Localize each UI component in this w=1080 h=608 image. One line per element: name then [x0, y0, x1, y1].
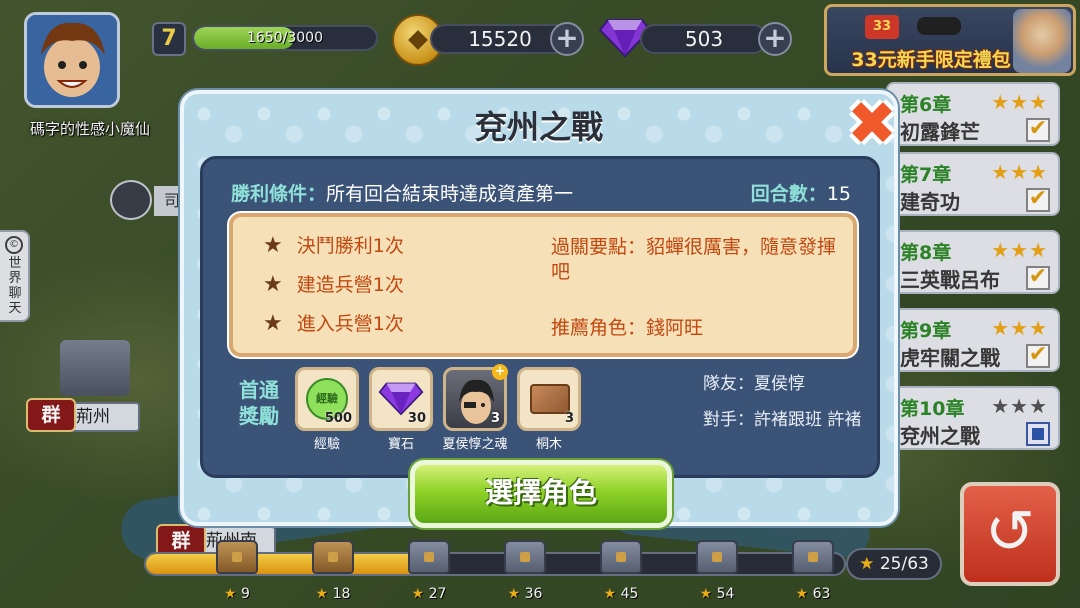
objective-box: ★ 決鬥勝利1次 ★ 建造兵營1次 ★ 進入兵營1次 過關要點：貂蟬很厲害，隨意發揮吧… [229, 213, 857, 357]
hero-soul-icon: + 3 [443, 364, 508, 431]
reward-quantity: 30 [407, 411, 426, 426]
teammate-info: 隊友：夏侯惇 [703, 374, 805, 394]
victory-condition: 勝利條件：所有回合結束時達成資產第一 [231, 179, 573, 206]
reward-quantity: 3 [490, 411, 500, 426]
victory-text: 所有回合結束時達成資產第一 [326, 183, 574, 205]
modal-title: 兗州之戰 [474, 108, 603, 146]
close-button[interactable]: ✖ [842, 94, 902, 156]
objective-star-icon: ★ [263, 311, 283, 336]
wood-icon: 3 [517, 367, 581, 431]
stage-info-panel: 勝利條件：所有回合結束時達成資產第一 回合數：15 ★ 決鬥勝利1次 ★ 建造兵營1… [200, 156, 880, 478]
reward-item[interactable]: + 3 夏侯惇之魂 [442, 364, 508, 452]
gem-icon: 30 [369, 367, 433, 431]
turns-label: 回合數： [750, 183, 827, 205]
objective-item: ★ 決鬥勝利1次 [263, 231, 404, 258]
recommended-character: 推薦角色：錢阿旺 [551, 317, 704, 339]
add-badge-icon: + [492, 364, 508, 380]
stage-detail-modal: 兗州之戰 ✖ 勝利條件：所有回合結束時達成資產第一 回合數：15 ★ 決鬥勝利1次… [180, 90, 898, 528]
turns-value: 15 [826, 183, 851, 205]
reward-name: 桐木 [535, 437, 562, 452]
victory-label: 勝利條件： [231, 183, 327, 205]
objective-star-icon: ★ [263, 233, 283, 258]
reward-item[interactable]: 3 桐木 [517, 367, 581, 452]
opponent-info: 對手：許褚跟班 許褚 [703, 410, 862, 430]
exp-icon: 經驗 500 [295, 367, 359, 431]
stage-tips: 過關要點：貂蟬很厲害，隨意發揮吧 [551, 236, 837, 283]
turn-count: 回合數：15 [751, 179, 851, 206]
objective-item: ★ 進入兵營1次 [263, 309, 404, 336]
objective-text: 建造兵營1次 [296, 274, 404, 296]
objective-text: 進入兵營1次 [296, 313, 404, 335]
reward-item[interactable]: 30 寶石 [369, 367, 433, 452]
objective-star-icon: ★ [263, 272, 283, 297]
reward-quantity: 3 [564, 411, 574, 426]
reward-item[interactable]: 經驗 500 經驗 [295, 367, 359, 452]
select-character-button[interactable]: 選擇角色 [410, 460, 672, 528]
reward-quantity: 500 [324, 411, 352, 426]
objective-item: ★ 建造兵營1次 [263, 270, 404, 297]
objective-text: 決鬥勝利1次 [296, 235, 404, 257]
first-clear-reward-label: 首通獎勵 [239, 378, 279, 428]
wood-block [530, 384, 570, 414]
